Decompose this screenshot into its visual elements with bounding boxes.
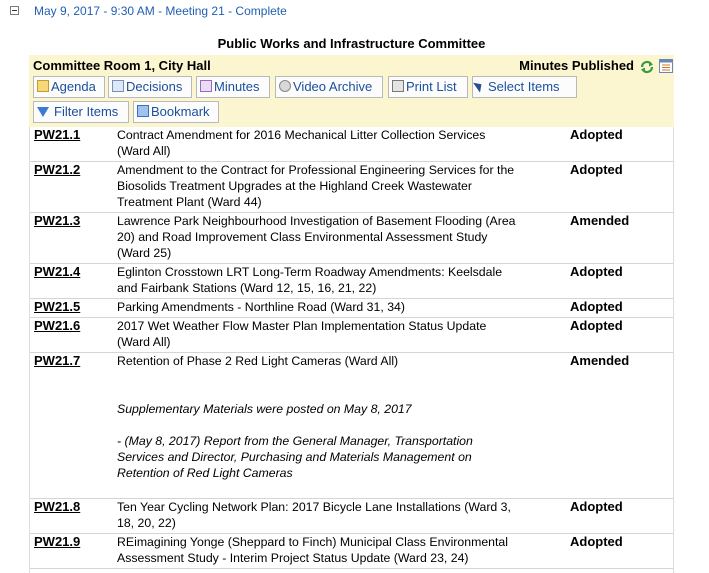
minutes-button[interactable]: Minutes <box>196 76 270 98</box>
item-title: Contract Amendment for 2016 Mechanical L… <box>117 127 557 159</box>
table-row: PW21.7 Retention of Phase 2 Red Light Ca… <box>30 353 673 499</box>
table-row: PW21.4 Eglinton Crosstown LRT Long-Term … <box>30 264 673 299</box>
item-title: 2017 Wet Weather Flow Master Plan Implem… <box>117 318 557 350</box>
minutes-label: Minutes <box>214 79 260 94</box>
filter-items-button[interactable]: Filter Items <box>33 101 129 123</box>
print-list-label: Print List <box>406 79 457 94</box>
decisions-label: Decisions <box>126 79 183 94</box>
item-title-line: 18, 20, 22) <box>117 516 176 530</box>
table-row: PW21.8 Ten Year Cycling Network Plan: 20… <box>30 499 673 534</box>
agenda-label: Agenda <box>51 79 96 94</box>
item-title-line: 2017 Wet Weather Flow Master Plan Implem… <box>117 319 487 333</box>
filter-items-label: Filter Items <box>54 104 119 119</box>
item-title-line: Ten Year Cycling Network Plan: 2017 Bicy… <box>117 500 511 514</box>
item-title-line: Lawrence Park Neighbourhood Investigatio… <box>117 214 516 228</box>
item-status: Adopted <box>570 127 623 142</box>
item-title: Ten Year Cycling Network Plan: 2017 Bicy… <box>117 499 557 531</box>
item-status: Adopted <box>570 318 623 333</box>
meeting-header: May 9, 2017 - 9:30 AM - Meeting 21 - Com… <box>0 0 709 22</box>
calendar-icon[interactable] <box>659 59 673 73</box>
select-items-label: Select Items <box>488 79 560 94</box>
minutes-status: Minutes Published <box>519 58 634 73</box>
video-archive-label: Video Archive <box>293 79 373 94</box>
item-title-line: Contract Amendment for 2016 Mechanical L… <box>117 128 486 142</box>
item-number-link[interactable]: PW21.2 <box>34 162 80 177</box>
item-title-line: 20) and Road Improvement Class Environme… <box>117 230 488 244</box>
item-title-line: Parking Amendments - Northline Road (War… <box>117 300 405 314</box>
table-row: PW21.6 2017 Wet Weather Flow Master Plan… <box>30 318 673 353</box>
bookmark-button[interactable]: Bookmark <box>133 101 219 123</box>
supplementary-note: Supplementary Materials were posted on M… <box>117 402 412 416</box>
print-list-button[interactable]: Print List <box>388 76 468 98</box>
item-title: Retention of Phase 2 Red Light Cameras (… <box>117 353 557 369</box>
item-number-link[interactable]: PW21.5 <box>34 299 80 314</box>
table-row: PW21.5 Parking Amendments - Northline Ro… <box>30 299 673 318</box>
meeting-toolbar-panel: Committee Room 1, City Hall Minutes Publ… <box>29 55 674 127</box>
table-row: PW21.1 Contract Amendment for 2016 Mecha… <box>30 127 673 162</box>
item-title-line: Assessment Study - Interim Project Statu… <box>117 551 469 565</box>
item-title: Parking Amendments - Northline Road (War… <box>117 299 557 315</box>
item-status: Adopted <box>570 534 623 549</box>
item-title-line: and Fairbank Stations (Ward 12, 15, 16, … <box>117 281 377 295</box>
item-status: Adopted <box>570 299 623 314</box>
filter-icon <box>37 107 49 117</box>
item-number-link[interactable]: PW21.9 <box>34 534 80 549</box>
item-number-link[interactable]: PW21.3 <box>34 213 80 228</box>
bookmark-icon <box>137 105 149 117</box>
item-number-link[interactable]: PW21.4 <box>34 264 80 279</box>
item-status: Adopted <box>570 162 623 177</box>
select-items-button[interactable]: Select Items <box>472 76 577 98</box>
bookmark-label: Bookmark <box>151 104 210 119</box>
supplementary-report-line: Retention of Red Light Cameras <box>117 466 293 480</box>
minutes-icon <box>200 80 212 92</box>
item-title-line: REimagining Yonge (Sheppard to Finch) Mu… <box>117 535 508 549</box>
table-row: PW21.3 Lawrence Park Neighbourhood Inves… <box>30 213 673 264</box>
item-title-line: (Ward All) <box>117 335 171 349</box>
printer-icon <box>392 80 404 92</box>
item-number-link[interactable]: PW21.7 <box>34 353 80 368</box>
meeting-header-link[interactable]: May 9, 2017 - 9:30 AM - Meeting 21 - Com… <box>34 4 287 18</box>
item-title: REimagining Yonge (Sheppard to Finch) Mu… <box>117 534 557 566</box>
item-title-line: Amendment to the Contract for Profession… <box>117 163 515 177</box>
agenda-items-table: PW21.1 Contract Amendment for 2016 Mecha… <box>29 127 674 573</box>
agenda-icon <box>37 80 49 92</box>
item-title-line: Treatment Plant (Ward 44) <box>117 195 262 209</box>
item-title-line: (Ward All) <box>117 144 171 158</box>
item-title-line: Biosolids Treatment Upgrades at the High… <box>117 179 472 193</box>
decisions-icon <box>112 80 124 92</box>
item-number-link[interactable]: PW21.8 <box>34 499 80 514</box>
item-status: Adopted <box>570 264 623 279</box>
refresh-icon[interactable] <box>639 59 655 75</box>
supplementary-report: - (May 8, 2017) Report from the General … <box>117 433 527 481</box>
supplementary-report-line: Services and Director, Purchasing and Ma… <box>117 450 472 464</box>
select-pointer-icon <box>473 79 485 93</box>
table-row: PW21.2 Amendment to the Contract for Pro… <box>30 162 673 213</box>
decisions-button[interactable]: Decisions <box>108 76 192 98</box>
item-title-line: Eglinton Crosstown LRT Long-Term Roadway… <box>117 265 503 279</box>
collapse-toggle-icon[interactable] <box>10 6 19 15</box>
item-title-line: (Ward 25) <box>117 246 172 260</box>
item-title: Eglinton Crosstown LRT Long-Term Roadway… <box>117 264 557 296</box>
item-title-line: Retention of Phase 2 Red Light Cameras (… <box>117 354 399 368</box>
table-row: PW21.9 REimagining Yonge (Sheppard to Fi… <box>30 534 673 569</box>
supplementary-report-line: - (May 8, 2017) Report from the General … <box>117 434 473 448</box>
item-status: Amended <box>570 213 630 228</box>
item-title: Lawrence Park Neighbourhood Investigatio… <box>117 213 557 261</box>
item-number-link[interactable]: PW21.1 <box>34 127 80 142</box>
item-number-link[interactable]: PW21.6 <box>34 318 80 333</box>
video-icon <box>279 80 291 92</box>
item-title: Amendment to the Contract for Profession… <box>117 162 557 210</box>
committee-title: Public Works and Infrastructure Committe… <box>217 36 486 51</box>
item-status: Adopted <box>570 499 623 514</box>
agenda-button[interactable]: Agenda <box>33 76 105 98</box>
meeting-location: Committee Room 1, City Hall <box>33 58 211 73</box>
video-archive-button[interactable]: Video Archive <box>275 76 383 98</box>
item-status: Amended <box>570 353 630 368</box>
